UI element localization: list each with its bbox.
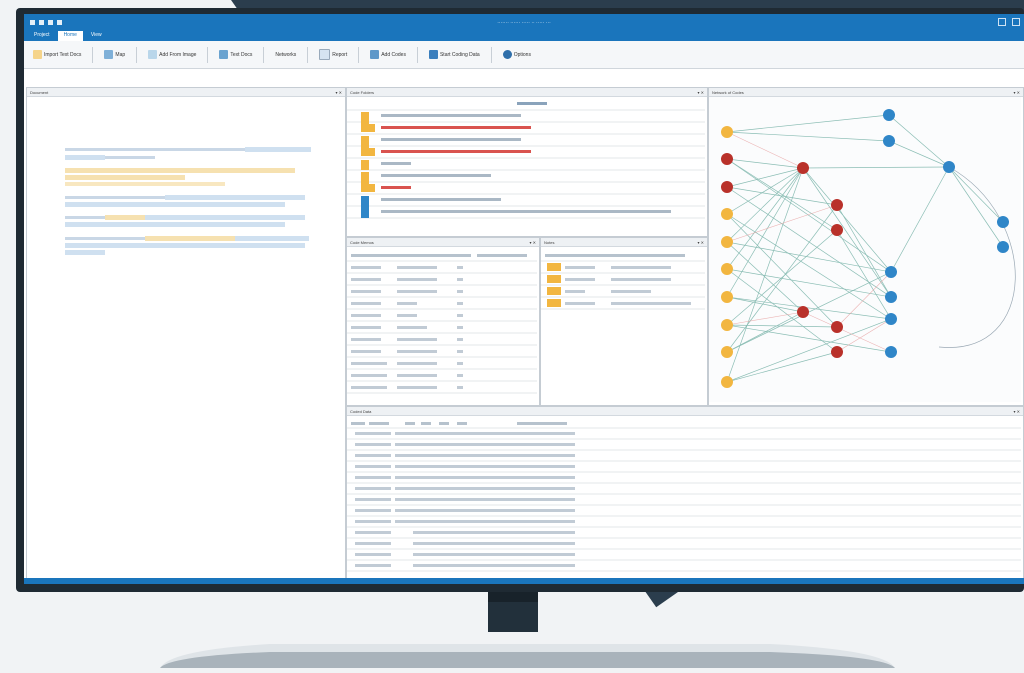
network-pane: Network of Codes ▾ ✕ [708, 87, 1024, 406]
pane-title: Coded Data [350, 408, 372, 414]
button-label: Add From Image [159, 51, 197, 58]
pane-title: Document [30, 89, 49, 95]
document-text [65, 146, 315, 271]
report-button[interactable]: Report [316, 47, 350, 62]
pane-controls-icon[interactable]: ▾ ✕ [698, 90, 704, 95]
map-icon [104, 50, 114, 59]
import-text-docs-button[interactable]: Import Text Docs [30, 48, 84, 61]
add-from-image-button[interactable]: Add From Image [145, 48, 199, 61]
button-label: Text Docs [230, 51, 253, 58]
gear-icon [502, 50, 512, 59]
divider [136, 46, 138, 63]
text-docs-button[interactable]: Text Docs [216, 48, 255, 61]
monitor-stand [160, 644, 895, 668]
app-window: ······· ······ ····· ·· ····· ··· Projec… [24, 14, 1024, 584]
button-label: Start Coding Data [439, 51, 480, 58]
report-icon [319, 49, 331, 60]
image-icon [148, 50, 158, 59]
network-graph[interactable] [709, 97, 1021, 402]
title-bar: ······· ······ ····· ·· ····· ··· [24, 14, 1024, 31]
coded-data-pane: Coded Data ▾ ✕ [346, 406, 1024, 579]
divider [416, 46, 418, 63]
docs-icon [219, 50, 229, 59]
pane-header: Document ▾ ✕ [27, 88, 345, 97]
window-controls [998, 18, 1020, 26]
button-label: Report [332, 51, 348, 58]
tab-home[interactable]: Home [57, 31, 83, 41]
window-title: ······· ······ ····· ·· ····· ··· [497, 19, 551, 26]
monitor: ······· ······ ····· ·· ····· ··· Projec… [16, 8, 1024, 592]
divider [307, 46, 309, 63]
networks-button[interactable]: Networks [272, 50, 299, 60]
status-bar [24, 578, 1024, 584]
pane-title: Notes [544, 239, 555, 245]
pane-controls-icon[interactable]: ▾ ✕ [1014, 90, 1020, 95]
divider [92, 46, 94, 63]
divider [358, 46, 360, 63]
notes-table [541, 254, 705, 310]
pane-title: Code Folders [350, 89, 375, 95]
pin-icon[interactable]: ▾ ✕ [336, 90, 342, 95]
memo-table [347, 254, 537, 394]
document-icon [33, 50, 42, 59]
ribbon: Import Text Docs Map Add From Image Text… [24, 41, 1024, 69]
start-coding-button[interactable]: Start Coding Data [426, 48, 483, 61]
text-lines [65, 147, 311, 255]
pane-title: Network of Codes [712, 89, 744, 95]
pane-controls-icon[interactable]: ▾ ✕ [530, 240, 536, 245]
pane-header: Code Folders ▾ ✕ [347, 88, 707, 97]
add-codes-button[interactable]: Add Codes [367, 48, 409, 61]
divider [263, 46, 265, 63]
button-label: Map [115, 51, 126, 58]
close-icon[interactable] [1012, 18, 1020, 26]
codes-pane: Code Folders ▾ ✕ [346, 87, 708, 237]
pane-header: Network of Codes ▾ ✕ [709, 88, 1023, 97]
pane-header: Notes ▾ ✕ [541, 238, 707, 247]
start-icon [428, 50, 438, 59]
pane-header: Coded Data ▾ ✕ [347, 407, 1023, 416]
memos-pane: Code Memos ▾ ✕ [346, 237, 540, 406]
divider [490, 46, 492, 63]
pane-controls-icon[interactable]: ▾ ✕ [1014, 409, 1020, 414]
options-button[interactable]: Options [500, 48, 534, 61]
button-label: Options [513, 51, 531, 58]
monitor-neck-shadow [488, 592, 538, 602]
pane-controls-icon[interactable]: ▾ ✕ [698, 240, 704, 245]
code-icon [370, 50, 380, 59]
button-label: Import Text Docs [44, 51, 82, 58]
map-button[interactable]: Map [101, 48, 128, 61]
ribbon-tabs: Project Home View [24, 31, 1024, 41]
code-tree-rows [347, 102, 705, 219]
pane-title: Code Memos [350, 239, 374, 245]
tab-project[interactable]: Project [28, 31, 56, 41]
tab-view[interactable]: View [85, 31, 108, 41]
coded-data-table [347, 422, 1021, 572]
document-pane: Document ▾ ✕ [26, 87, 346, 579]
code-tree [347, 98, 705, 239]
button-label: Add Codes [381, 51, 406, 58]
pane-header: Code Memos ▾ ✕ [347, 238, 539, 247]
minimize-icon[interactable] [998, 18, 1006, 26]
divider [207, 46, 209, 63]
button-label: Networks [275, 51, 297, 58]
notes-pane: Notes ▾ ✕ [540, 237, 708, 406]
